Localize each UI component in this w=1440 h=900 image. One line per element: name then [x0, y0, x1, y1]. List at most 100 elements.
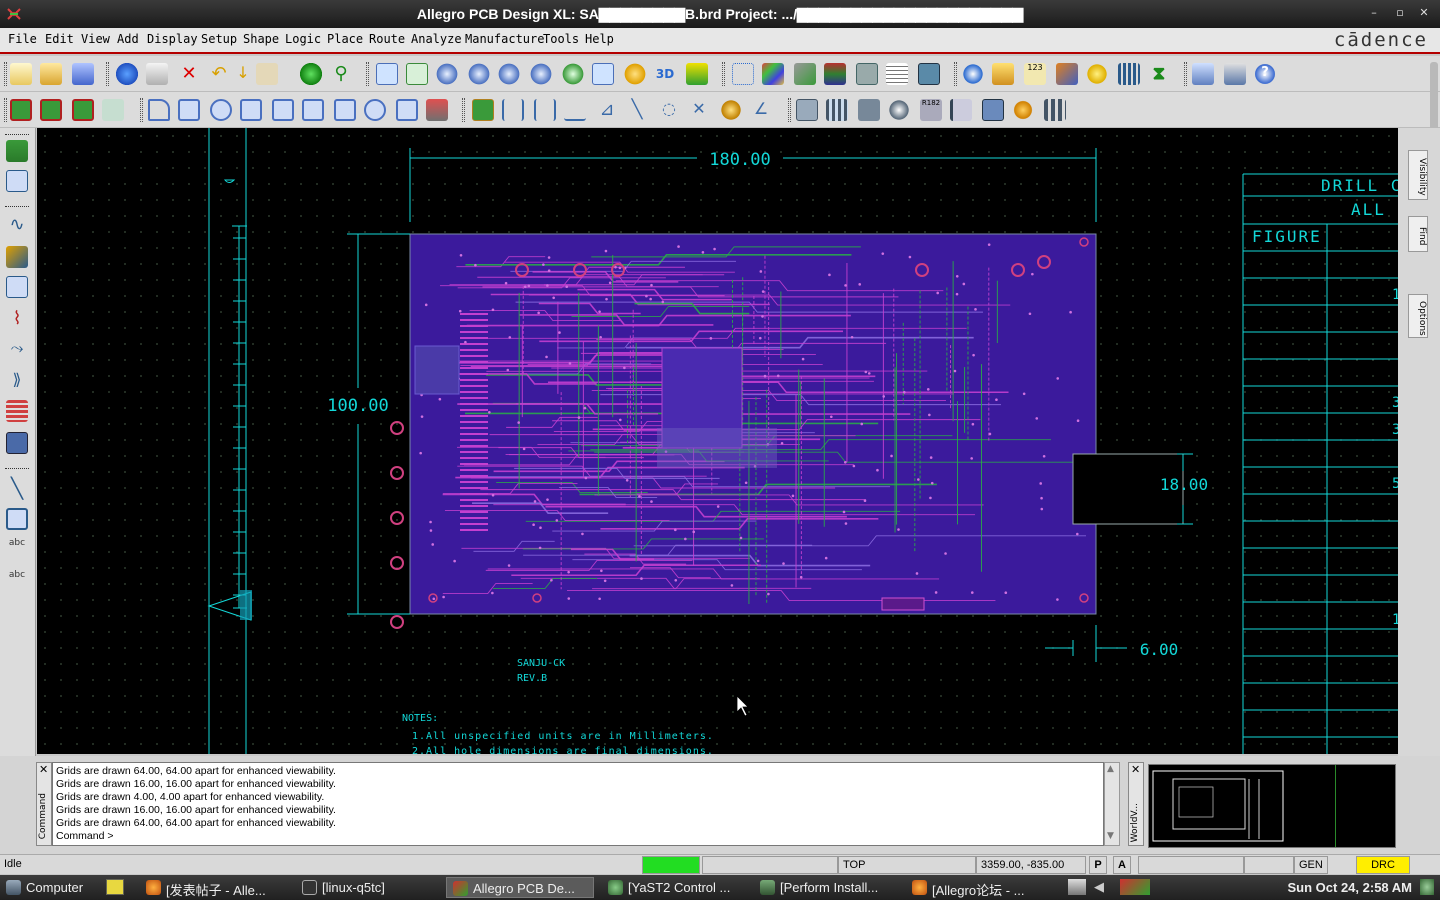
dimension-environment-icon[interactable] [472, 99, 494, 121]
new-file-icon[interactable] [10, 63, 32, 85]
part-logic-icon[interactable] [826, 99, 848, 121]
allegro-tray-icon[interactable] [1120, 879, 1150, 895]
menu-logic[interactable]: Logic [285, 32, 321, 46]
place-refdes-icon[interactable] [6, 170, 28, 192]
design-canvas[interactable]: 180.00 100.00 18.00 6.00 SANJU-CK REV.B … [37, 128, 1398, 754]
zoom-previous-icon[interactable] [562, 63, 584, 85]
delay-tune-icon[interactable] [72, 99, 94, 121]
angle-icon[interactable]: ∠ [750, 99, 772, 121]
close-worldview-icon[interactable]: ✕ [1131, 763, 1140, 776]
zoom-fit-icon[interactable] [406, 63, 428, 85]
color-dialog-icon[interactable] [762, 63, 784, 85]
leader-icon[interactable]: ⊿ [596, 99, 618, 121]
shape-edit-boundary-icon[interactable] [364, 99, 386, 121]
place-manual-icon[interactable] [982, 99, 1004, 121]
active-layer[interactable]: TOP [838, 856, 976, 874]
fanout-icon[interactable] [6, 276, 28, 298]
volume-icon[interactable]: ◀ [1094, 879, 1112, 895]
shape-rectangle-icon[interactable] [178, 99, 200, 121]
spreadsheet-icon[interactable] [886, 63, 908, 85]
spread-traces-icon[interactable]: ⤳ [6, 338, 28, 360]
shape-delete-islands-icon[interactable] [396, 99, 418, 121]
zoom-selection-icon[interactable] [592, 63, 614, 85]
open-file-icon[interactable] [40, 63, 62, 85]
add-rectangle-icon[interactable] [6, 508, 28, 530]
angular-dimension-icon[interactable] [564, 99, 586, 121]
flip-design-icon[interactable] [686, 63, 708, 85]
menu-add[interactable]: Add [117, 32, 139, 46]
renumber-icon[interactable]: 123 [1024, 63, 1046, 85]
done-icon[interactable] [300, 63, 322, 85]
command-prompt[interactable]: Command > [56, 830, 1100, 843]
menu-file[interactable]: File [8, 32, 37, 46]
notes-launcher-icon[interactable] [106, 879, 124, 895]
console-scrollbar[interactable]: ▲ ▼ [1104, 762, 1120, 846]
taskbar-item[interactable]: [YaST2 Control ... [602, 877, 748, 898]
menu-place[interactable]: Place [327, 32, 363, 46]
toolbar-grip[interactable] [4, 98, 7, 122]
worldview-handle[interactable]: ✕ WorldV... [1128, 762, 1144, 846]
edit-text-icon[interactable]: abc [6, 570, 28, 592]
auto-router-icon[interactable] [6, 432, 28, 454]
datum-dimension-icon[interactable] [534, 99, 556, 121]
taskbar-item[interactable]: [Perform Install... [754, 877, 900, 898]
diameter-icon[interactable]: ✕ [688, 99, 710, 121]
menu-setup[interactable]: Setup [201, 32, 237, 46]
menu-edit[interactable]: Edit [45, 32, 74, 46]
add-connect-icon[interactable] [10, 99, 32, 121]
route-connect-icon[interactable]: ∿ [6, 214, 28, 236]
scroll-up-icon[interactable]: ▲ [1107, 764, 1114, 774]
shape-circle-icon[interactable] [210, 99, 232, 121]
undo-icon[interactable]: ↶ [208, 63, 230, 85]
logic-net-icon[interactable] [796, 99, 818, 121]
save-icon[interactable] [72, 63, 94, 85]
pcb-drawing[interactable]: 180.00 100.00 18.00 6.00 SANJU-CK REV.B … [37, 128, 1398, 754]
redo-icon[interactable]: ↓ [232, 63, 254, 85]
pick-button[interactable]: P [1089, 856, 1107, 874]
network-icon[interactable] [1068, 879, 1086, 895]
show-desktop-icon[interactable] [1420, 879, 1434, 895]
delay-tune-route-icon[interactable]: ⌇ [6, 308, 28, 330]
slide-icon[interactable] [40, 99, 62, 121]
gloss-icon[interactable]: ⟫ [6, 370, 28, 392]
taskbar-item[interactable]: [发表帖子 - Alle... [140, 877, 286, 898]
report-icon[interactable] [1118, 63, 1140, 85]
move-icon[interactable] [116, 63, 138, 85]
zoom-center-icon[interactable] [530, 63, 552, 85]
menu-tools[interactable]: Tools [543, 32, 579, 46]
measure-icon[interactable] [1056, 63, 1078, 85]
place-grid-icon[interactable] [1044, 99, 1066, 121]
fix-icon[interactable] [256, 63, 278, 85]
constraint-manager-icon[interactable]: ⧗ [1148, 63, 1170, 85]
bus-route-icon[interactable] [6, 400, 28, 422]
tab-find[interactable]: Find [1408, 216, 1428, 252]
fillet-icon[interactable]: ◌ [658, 99, 680, 121]
help-icon[interactable]: ? [1254, 63, 1276, 85]
shape-void-icon[interactable] [272, 99, 294, 121]
radius-icon[interactable] [720, 99, 742, 121]
snapshot-icon[interactable] [918, 63, 940, 85]
zoom-in-icon[interactable] [436, 63, 458, 85]
3d-view-icon[interactable]: 3D [654, 63, 676, 85]
shadow-mode-icon[interactable] [856, 63, 878, 85]
menu-help[interactable]: Help [585, 32, 614, 46]
info-icon[interactable] [962, 63, 984, 85]
shape-merge-icon[interactable] [426, 99, 448, 121]
delete-icon[interactable]: ✕ [178, 63, 200, 85]
camera-icon[interactable] [888, 99, 910, 121]
start-menu-button[interactable]: Computer [0, 877, 96, 898]
taskbar-item[interactable]: [linux-q5tc] [296, 877, 436, 898]
add-line-icon[interactable]: ╲ [6, 476, 28, 500]
linear-dimension-icon[interactable] [502, 99, 524, 121]
stack-icon[interactable] [824, 63, 846, 85]
tab-options[interactable]: Options [1408, 294, 1428, 338]
shape-add-icon[interactable] [148, 99, 170, 121]
menu-analyze[interactable]: Analyze [411, 32, 462, 46]
refdes-icon[interactable]: R182 [920, 99, 942, 121]
palette-grip[interactable] [5, 134, 29, 137]
drc-indicator[interactable]: DRC [1356, 856, 1410, 874]
swap-pins-icon[interactable] [950, 99, 972, 121]
copy-icon[interactable] [146, 63, 168, 85]
menu-display[interactable]: Display [147, 32, 198, 46]
assign-diff-icon[interactable] [858, 99, 880, 121]
